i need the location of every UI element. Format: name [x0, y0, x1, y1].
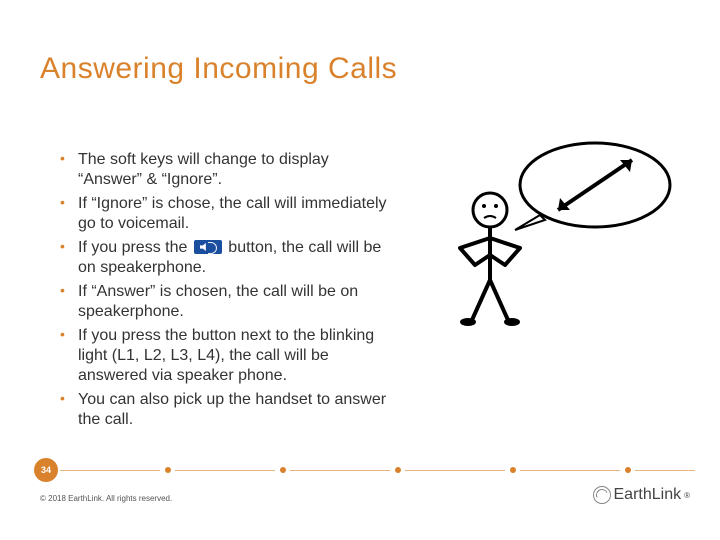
copyright-text: © 2018 EarthLink. All rights reserved.	[40, 494, 172, 503]
logo-text: EarthLink	[614, 486, 682, 504]
earthlink-logo: EarthLink®	[593, 486, 691, 504]
bullet-text: You can also pick up the handset to answ…	[78, 391, 386, 428]
page-title: Answering Incoming Calls	[40, 52, 397, 86]
footer-divider	[0, 460, 720, 480]
slide: Answering Incoming Calls The soft keys w…	[0, 0, 720, 540]
bullet-text: If you press the button next to the blin…	[78, 327, 374, 384]
bullet-text: If “Answer” is chosen, the call will be …	[78, 283, 358, 320]
list-item: If you press the button, the call will b…	[60, 238, 390, 278]
clipart-illustration	[430, 130, 680, 330]
list-item: If you press the button next to the blin…	[60, 326, 390, 386]
bullet-text: If “Ignore” is chose, the call will imme…	[78, 195, 387, 232]
list-item: You can also pick up the handset to answ…	[60, 390, 390, 430]
registered-mark: ®	[684, 491, 690, 500]
globe-icon	[593, 486, 611, 504]
list-item: If “Answer” is chosen, the call will be …	[60, 282, 390, 322]
bullet-text: If you press the	[78, 239, 192, 256]
page-number-badge: 34	[34, 458, 58, 482]
speaker-icon	[194, 240, 222, 254]
list-item: If “Ignore” is chose, the call will imme…	[60, 194, 390, 234]
list-item: The soft keys will change to display “An…	[60, 150, 390, 190]
bullet-list: The soft keys will change to display “An…	[60, 150, 390, 434]
bullet-text: The soft keys will change to display “An…	[78, 151, 329, 188]
